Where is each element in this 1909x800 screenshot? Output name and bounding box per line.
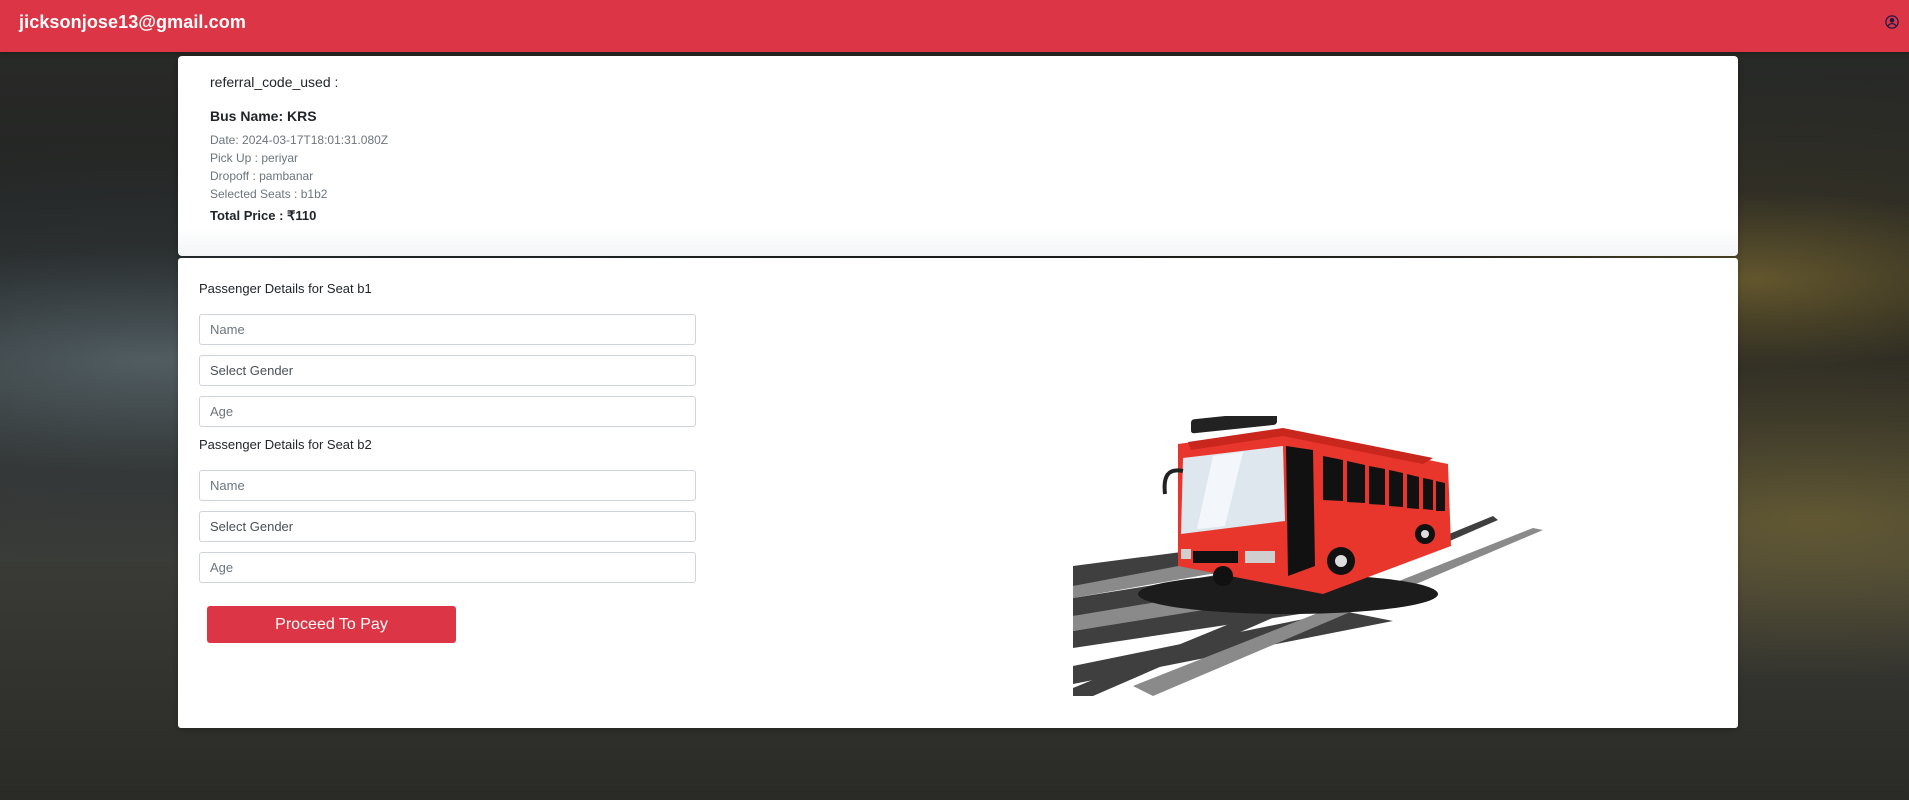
passenger-seat-title: Passenger Details for Seat b1 <box>199 281 372 296</box>
passenger-name-input[interactable] <box>199 314 696 345</box>
booking-summary-card: referral_code_used : Bus Name: KRS Date:… <box>178 56 1738 256</box>
passenger-form-card: Passenger Details for Seat b1 Select Gen… <box>178 258 1738 728</box>
journey-date: Date: 2024-03-17T18:01:31.080Z <box>210 133 389 147</box>
pickup-point: Pick Up : periyar <box>210 151 299 165</box>
passenger-name-input[interactable] <box>199 470 696 501</box>
passenger-gender-select[interactable]: Select Gender <box>199 511 696 542</box>
referral-code-label: referral_code_used : <box>210 74 339 90</box>
passenger-seat-title: Passenger Details for Seat b2 <box>199 437 372 452</box>
total-price: Total Price : ₹110 <box>210 208 317 223</box>
bus-illustration <box>1073 416 1543 696</box>
passenger-age-input[interactable] <box>199 552 696 583</box>
dropoff-point: Dropoff : pambanar <box>210 169 314 183</box>
user-circle-icon[interactable] <box>1885 15 1899 29</box>
passenger-age-input[interactable] <box>199 396 696 427</box>
top-navbar: jicksonjose13@gmail.com <box>0 0 1909 52</box>
user-email: jicksonjose13@gmail.com <box>19 12 246 32</box>
bus-name: Bus Name: KRS <box>210 108 317 124</box>
passenger-gender-select[interactable]: Select Gender <box>199 355 696 386</box>
proceed-to-pay-button[interactable]: Proceed To Pay <box>207 606 456 643</box>
selected-seats: Selected Seats : b1b2 <box>210 187 328 201</box>
